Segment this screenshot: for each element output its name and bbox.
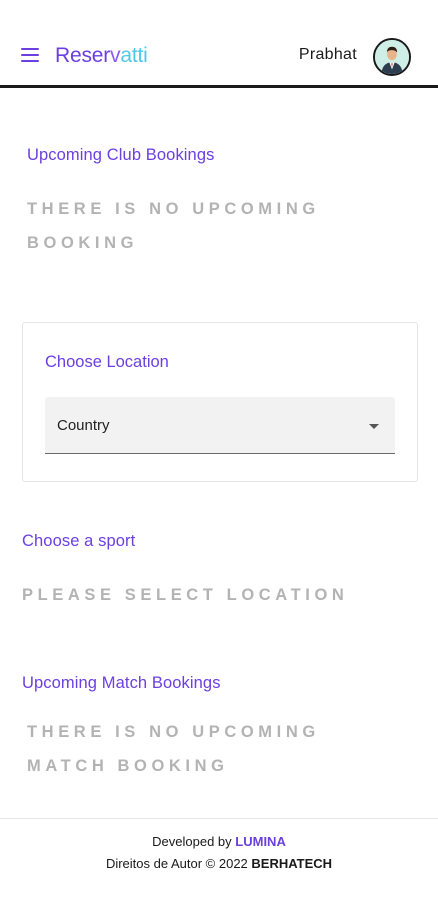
app-logo[interactable]: Reservatti xyxy=(55,44,148,70)
logo-text-part3: atti xyxy=(120,44,148,67)
country-select[interactable]: Country xyxy=(45,397,395,454)
sport-empty-message: PLEASE SELECT LOCATION xyxy=(22,586,349,604)
copyright-label: Direitos de Autor © 2022 xyxy=(105,856,252,871)
match-bookings-empty-line1: THERE IS NO UPCOMING xyxy=(27,723,320,741)
copyright-line: Direitos de Autor © 2022 BERHATECH xyxy=(0,856,438,871)
app-header: Reservatti Prabhat xyxy=(0,0,438,88)
hamburger-menu-icon[interactable] xyxy=(21,48,39,62)
menu-bar xyxy=(21,54,39,56)
menu-bar xyxy=(21,48,39,50)
match-bookings-empty-line2: MATCH BOOKING xyxy=(27,757,229,775)
developed-by-label: Developed by xyxy=(152,834,236,849)
location-title: Choose Location xyxy=(45,353,169,371)
menu-bar xyxy=(21,60,39,62)
country-select-value: Country xyxy=(57,417,110,434)
developer-link[interactable]: LUMINA xyxy=(235,834,286,849)
club-bookings-empty-message: THERE IS NO UPCOMING BOOKING xyxy=(27,192,320,260)
match-bookings-empty-message: THERE IS NO UPCOMING MATCH BOOKING xyxy=(27,715,320,783)
choose-sport-title: Choose a sport xyxy=(22,532,136,550)
caret-down-icon xyxy=(369,424,379,429)
location-card: Choose Location Country xyxy=(22,322,418,482)
match-bookings-title: Upcoming Match Bookings xyxy=(22,674,221,692)
avatar-illustration xyxy=(375,40,409,74)
user-name: Prabhat xyxy=(298,46,357,63)
user-avatar-icon[interactable] xyxy=(373,38,411,76)
logo-text-part2: v xyxy=(110,44,121,67)
app-footer: Developed by LUMINA Direitos de Autor © … xyxy=(0,818,438,900)
logo-text-part1: Reser xyxy=(55,44,111,67)
club-bookings-title: Upcoming Club Bookings xyxy=(27,146,215,164)
company-name: BERHATECH xyxy=(251,856,333,871)
club-bookings-empty-line1: THERE IS NO UPCOMING xyxy=(27,200,320,218)
club-bookings-empty-line2: BOOKING xyxy=(27,234,139,252)
developed-by-line: Developed by LUMINA xyxy=(0,834,438,849)
